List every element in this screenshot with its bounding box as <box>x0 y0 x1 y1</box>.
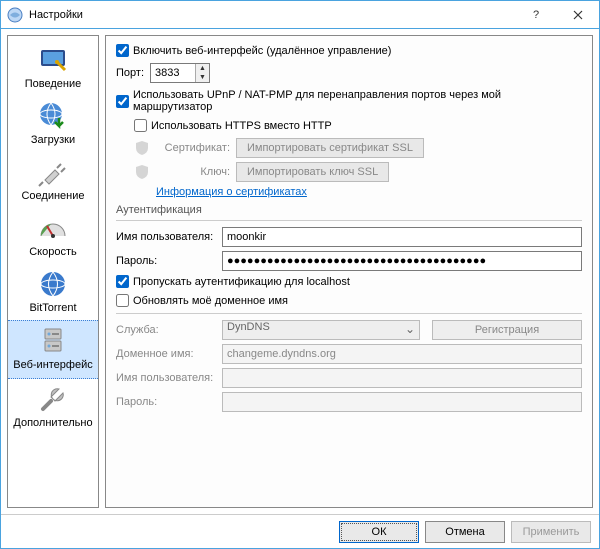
sidebar-item-label: Веб-интерфейс <box>13 359 92 371</box>
sidebar-item-label: Загрузки <box>31 134 75 146</box>
divider <box>116 313 582 314</box>
spinner-arrows[interactable]: ▲▼ <box>195 64 209 82</box>
sidebar-item-label: Поведение <box>25 78 82 90</box>
port-input[interactable] <box>151 64 195 82</box>
sidebar-item-label: Скорость <box>29 246 77 258</box>
app-icon <box>7 7 23 23</box>
titlebar: Настройки ? <box>1 1 599 29</box>
gauge-icon <box>37 212 69 244</box>
sidebar-item-downloads[interactable]: Загрузки <box>8 96 98 152</box>
ok-button[interactable]: ОК <box>339 521 419 543</box>
footer: ОК Отмена Применить <box>1 514 599 548</box>
ddns-register-button: Регистрация <box>432 320 582 340</box>
help-button[interactable]: ? <box>515 1 557 28</box>
window-title: Настройки <box>29 9 515 21</box>
apply-button: Применить <box>511 521 591 543</box>
sidebar-item-bittorrent[interactable]: BitTorrent <box>8 264 98 320</box>
import-key-button: Импортировать ключ SSL <box>236 162 389 182</box>
password-input[interactable] <box>222 251 582 271</box>
monitor-icon <box>37 44 69 76</box>
sidebar-item-webui[interactable]: Веб-интерфейс <box>8 320 98 378</box>
globe-arrow-icon <box>37 100 69 132</box>
https-checkbox[interactable] <box>134 119 147 132</box>
server-icon <box>37 325 69 357</box>
ddns-username-input <box>222 368 582 388</box>
username-label: Имя пользователя: <box>116 231 216 243</box>
divider <box>116 220 582 221</box>
shield-icon <box>134 140 150 156</box>
import-cert-button: Импортировать сертификат SSL <box>236 138 424 158</box>
ddns-username-label: Имя пользователя: <box>116 372 216 384</box>
bypass-localhost-checkbox[interactable] <box>116 275 129 288</box>
key-label: Ключ: <box>156 166 230 178</box>
username-input[interactable] <box>222 227 582 247</box>
sidebar-item-label: BitTorrent <box>29 302 76 314</box>
main-panel: Включить веб-интерфейс (удалённое управл… <box>105 35 593 508</box>
port-label: Порт: <box>116 67 144 79</box>
close-icon <box>573 10 583 20</box>
port-spinner[interactable]: ▲▼ <box>150 63 210 83</box>
sidebar: Поведение Загрузки Соединение Скорость B… <box>7 35 99 508</box>
cancel-button[interactable]: Отмена <box>425 521 505 543</box>
sidebar-item-label: Соединение <box>21 190 84 202</box>
ddns-service-label: Служба: <box>116 324 216 336</box>
close-button[interactable] <box>557 1 599 28</box>
ddns-enable-checkbox[interactable] <box>116 294 129 307</box>
body: Поведение Загрузки Соединение Скорость B… <box>1 29 599 514</box>
sidebar-item-connection[interactable]: Соединение <box>8 152 98 208</box>
enable-webui-label: Включить веб-интерфейс (удалённое управл… <box>133 45 391 57</box>
ddns-domain-label: Доменное имя: <box>116 348 216 360</box>
ddns-password-label: Пароль: <box>116 396 216 408</box>
sidebar-item-behavior[interactable]: Поведение <box>8 40 98 96</box>
cert-info-link[interactable]: Информация о сертификатах <box>156 186 307 198</box>
wrench-icon <box>37 383 69 415</box>
sidebar-item-advanced[interactable]: Дополнительно <box>8 379 98 435</box>
shield-icon <box>134 164 150 180</box>
https-label: Использовать HTTPS вместо HTTP <box>151 120 332 132</box>
ddns-password-input <box>222 392 582 412</box>
ddns-domain-input <box>222 344 582 364</box>
bypass-localhost-label: Пропускать аутентификацию для localhost <box>133 276 350 288</box>
ddns-service-value: DynDNS <box>227 321 270 333</box>
sidebar-item-speed[interactable]: Скорость <box>8 208 98 264</box>
auth-section-title: Аутентификация <box>116 204 582 216</box>
upnp-checkbox[interactable] <box>116 95 129 108</box>
password-label: Пароль: <box>116 255 216 267</box>
sidebar-item-label: Дополнительно <box>13 417 92 429</box>
ddns-service-select: DynDNS <box>222 320 420 340</box>
plug-icon <box>37 156 69 188</box>
cert-label: Сертификат: <box>156 142 230 154</box>
settings-window: Настройки ? Поведение Загрузки Соединени… <box>0 0 600 549</box>
upnp-label: Использовать UPnP / NAT-PMP для перенапр… <box>133 89 582 113</box>
enable-webui-checkbox[interactable] <box>116 44 129 57</box>
globe-icon <box>37 268 69 300</box>
ddns-enable-label: Обновлять моё доменное имя <box>133 295 288 307</box>
